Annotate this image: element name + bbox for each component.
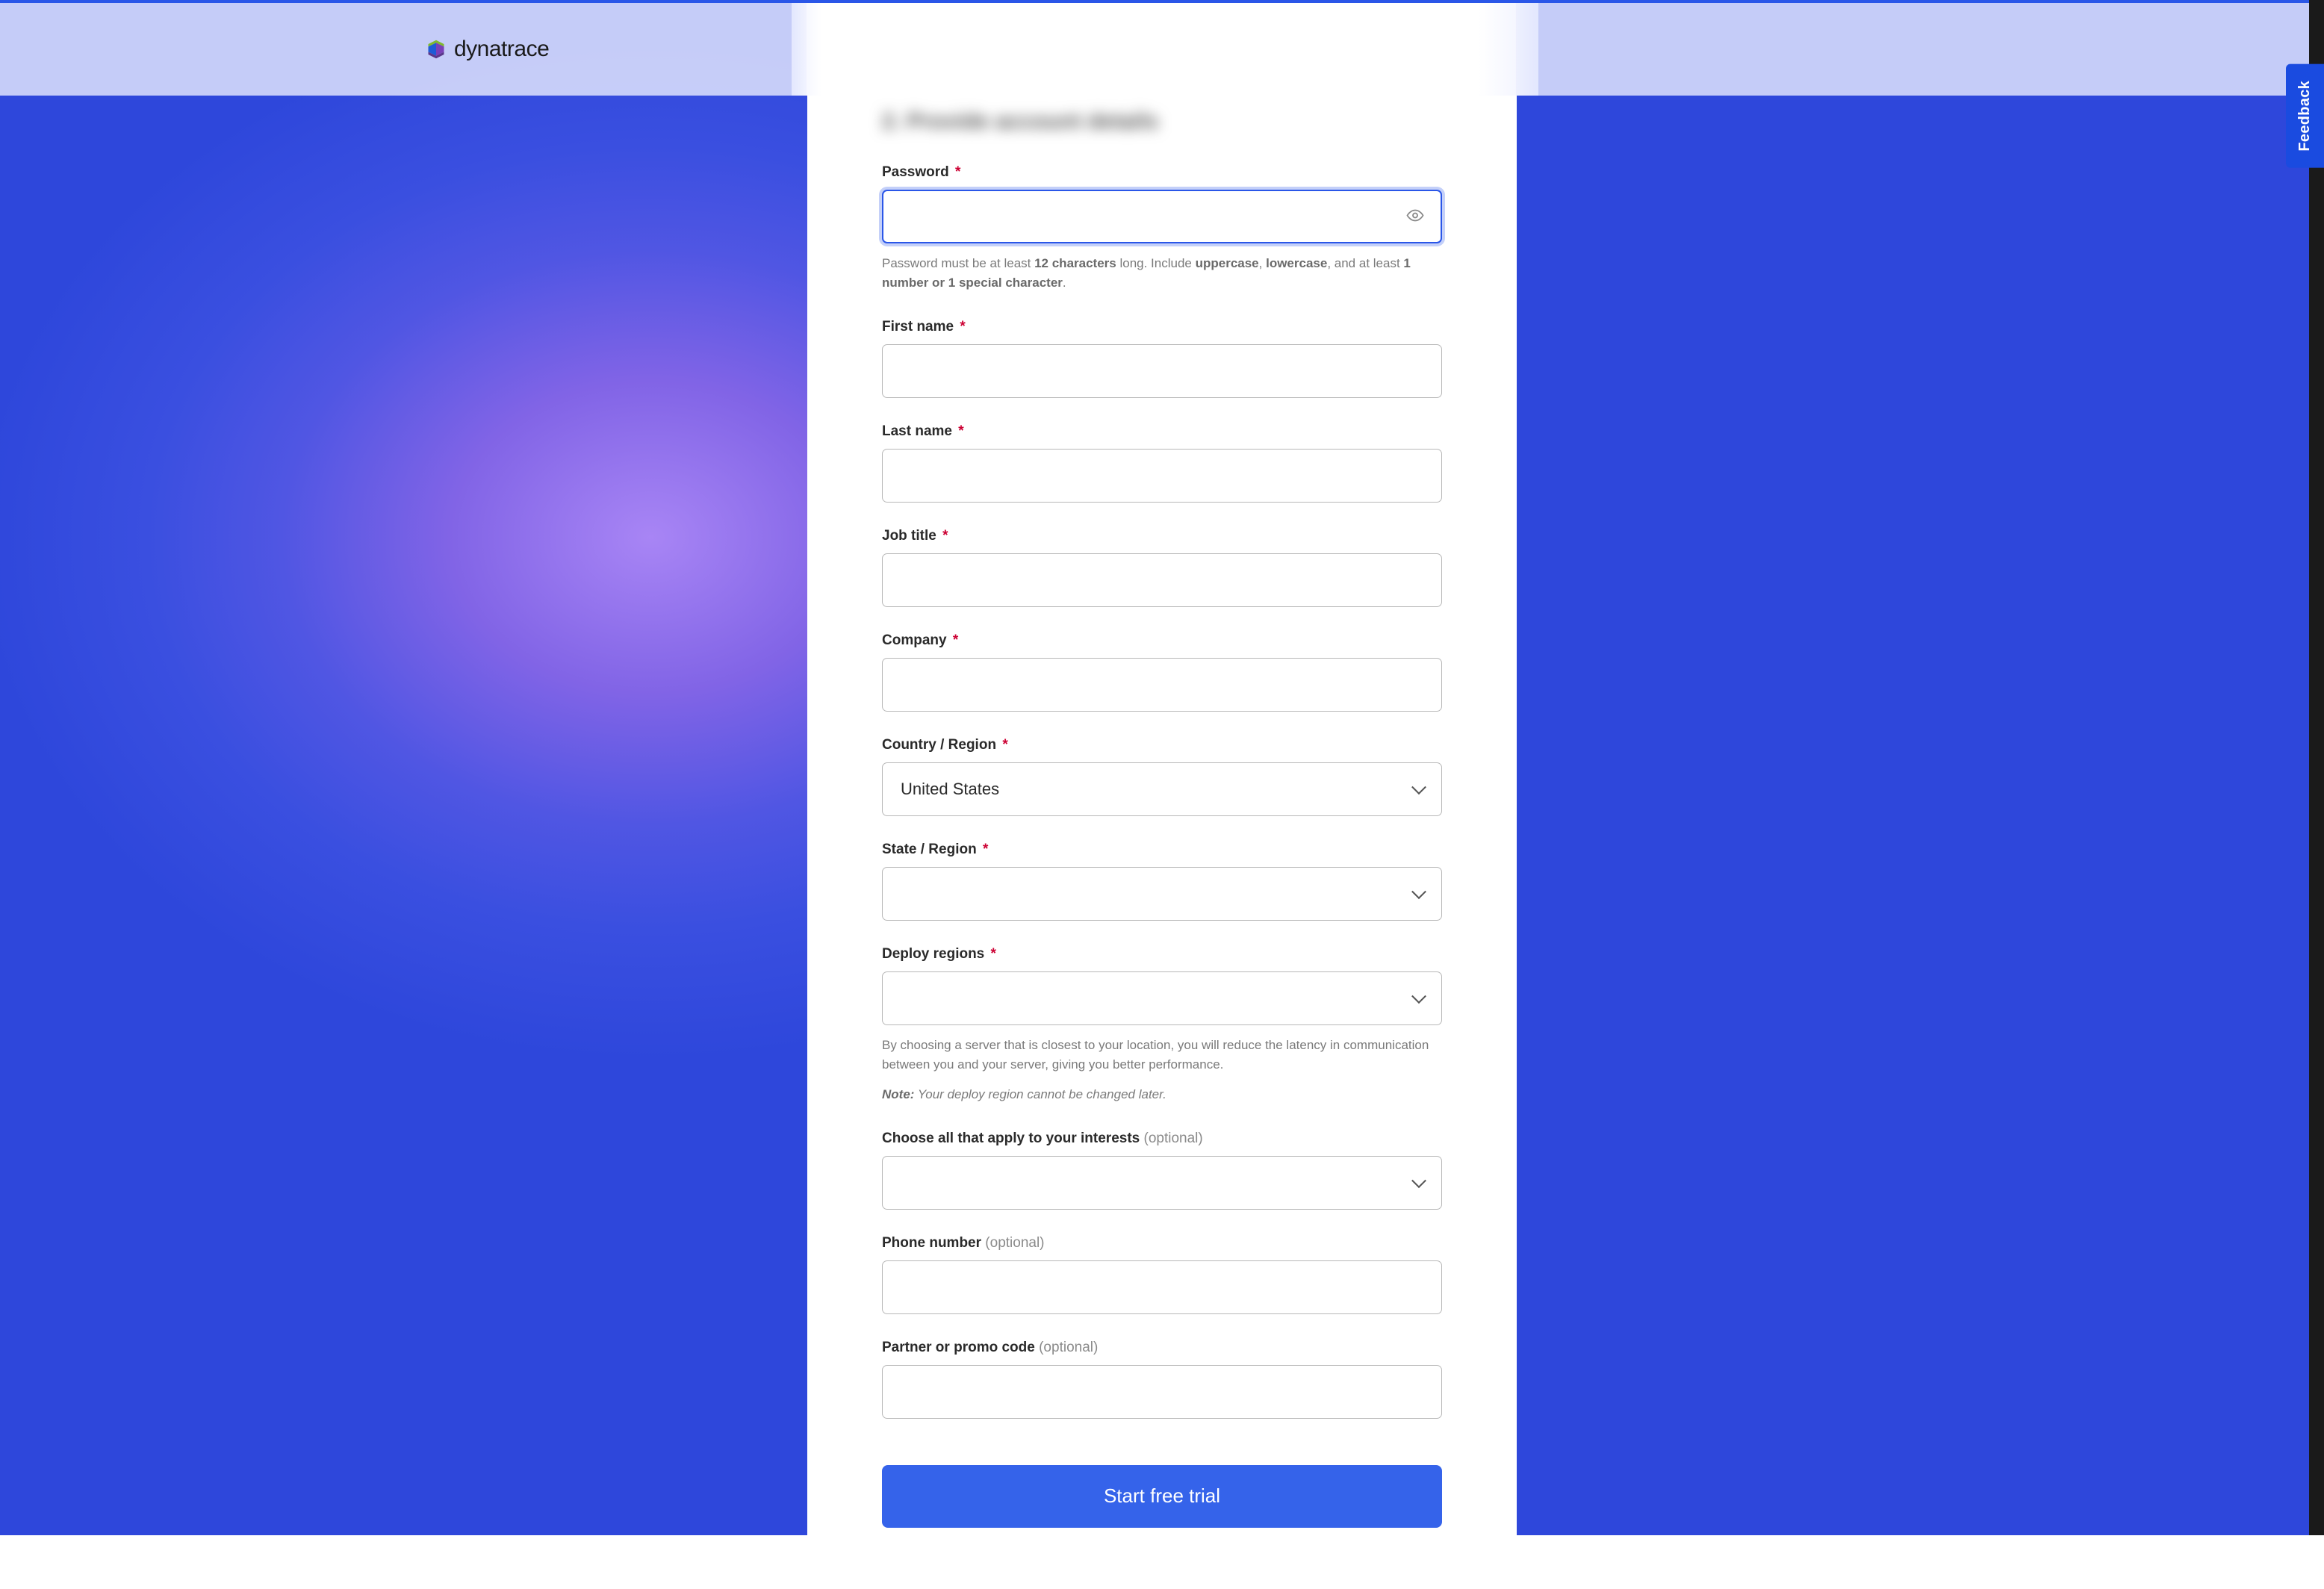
- label-deploy-regions: Deploy regions *: [882, 946, 1442, 963]
- field-deploy-regions: Deploy regions * By choosing a server th…: [882, 946, 1442, 1105]
- field-promo: Partner or promo code (optional): [882, 1340, 1442, 1419]
- job-title-input[interactable]: [882, 553, 1442, 607]
- field-company: Company *: [882, 632, 1442, 712]
- country-select[interactable]: United States: [882, 762, 1442, 816]
- logo-text: dynatrace: [454, 37, 549, 62]
- toggle-password-visibility-button[interactable]: [1402, 202, 1429, 231]
- dynatrace-logo-icon: [426, 39, 447, 60]
- section-title: 2. Provide account details: [882, 96, 1442, 164]
- password-hint: Password must be at least 12 characters …: [882, 254, 1442, 293]
- label-last-name-text: Last name: [882, 423, 952, 439]
- company-input[interactable]: [882, 658, 1442, 712]
- required-marker: *: [983, 842, 988, 857]
- label-phone-text: Phone number: [882, 1235, 981, 1251]
- required-marker: *: [991, 946, 996, 962]
- label-state-text: State / Region: [882, 842, 977, 857]
- topbar: dynatrace: [0, 0, 2324, 96]
- first-name-input[interactable]: [882, 344, 1442, 398]
- field-state: State / Region *: [882, 842, 1442, 921]
- required-marker: *: [955, 164, 960, 180]
- topbar-center: [807, 3, 1516, 96]
- label-password: Password *: [882, 164, 1442, 181]
- label-first-name-text: First name: [882, 319, 954, 335]
- field-job-title: Job title *: [882, 528, 1442, 607]
- topbar-fade-right: [1479, 3, 1538, 96]
- interests-select[interactable]: [882, 1156, 1442, 1210]
- required-marker: *: [958, 423, 963, 439]
- label-first-name: First name *: [882, 319, 1442, 335]
- field-last-name: Last name *: [882, 423, 1442, 503]
- field-country: Country / Region * United States: [882, 737, 1442, 816]
- logo[interactable]: dynatrace: [426, 37, 549, 62]
- start-free-trial-button[interactable]: Start free trial: [882, 1465, 1442, 1528]
- label-company-text: Company: [882, 632, 947, 648]
- label-job-title: Job title *: [882, 528, 1442, 544]
- deploy-regions-note: Note: Your deploy region cannot be chang…: [882, 1085, 1442, 1104]
- label-interests-text: Choose all that apply to your interests: [882, 1131, 1140, 1146]
- label-last-name: Last name *: [882, 423, 1442, 440]
- label-interests: Choose all that apply to your interests …: [882, 1131, 1442, 1147]
- promo-input[interactable]: [882, 1365, 1442, 1419]
- deploy-regions-hint: By choosing a server that is closest to …: [882, 1036, 1442, 1075]
- optional-marker: (optional): [1144, 1131, 1203, 1146]
- field-password: Password * Password must be at least 12 …: [882, 164, 1442, 293]
- deploy-regions-select[interactable]: [882, 971, 1442, 1025]
- optional-marker: (optional): [985, 1235, 1044, 1251]
- phone-input[interactable]: [882, 1260, 1442, 1314]
- label-country-text: Country / Region: [882, 737, 996, 753]
- label-country: Country / Region *: [882, 737, 1442, 753]
- label-promo-text: Partner or promo code: [882, 1340, 1035, 1355]
- required-marker: *: [960, 319, 965, 335]
- label-state: State / Region *: [882, 842, 1442, 858]
- label-password-text: Password: [882, 164, 949, 180]
- last-name-input[interactable]: [882, 449, 1442, 503]
- label-company: Company *: [882, 632, 1442, 649]
- required-marker: *: [953, 632, 958, 648]
- field-phone: Phone number (optional): [882, 1235, 1442, 1314]
- password-input[interactable]: [882, 190, 1442, 243]
- eye-icon: [1406, 207, 1424, 227]
- state-select[interactable]: [882, 867, 1442, 921]
- required-marker: *: [1002, 737, 1007, 753]
- form-panel: 2. Provide account details Password * Pa…: [807, 96, 1517, 1589]
- label-phone: Phone number (optional): [882, 1235, 1442, 1251]
- field-interests: Choose all that apply to your interests …: [882, 1131, 1442, 1210]
- right-edge: [2309, 0, 2324, 1535]
- optional-marker: (optional): [1039, 1340, 1098, 1355]
- label-deploy-regions-text: Deploy regions: [882, 946, 984, 962]
- required-marker: *: [942, 528, 948, 544]
- label-promo: Partner or promo code (optional): [882, 1340, 1442, 1356]
- topbar-fade-left: [792, 3, 821, 96]
- label-job-title-text: Job title: [882, 528, 936, 544]
- field-first-name: First name *: [882, 319, 1442, 398]
- feedback-tab[interactable]: Feedback: [2286, 64, 2324, 168]
